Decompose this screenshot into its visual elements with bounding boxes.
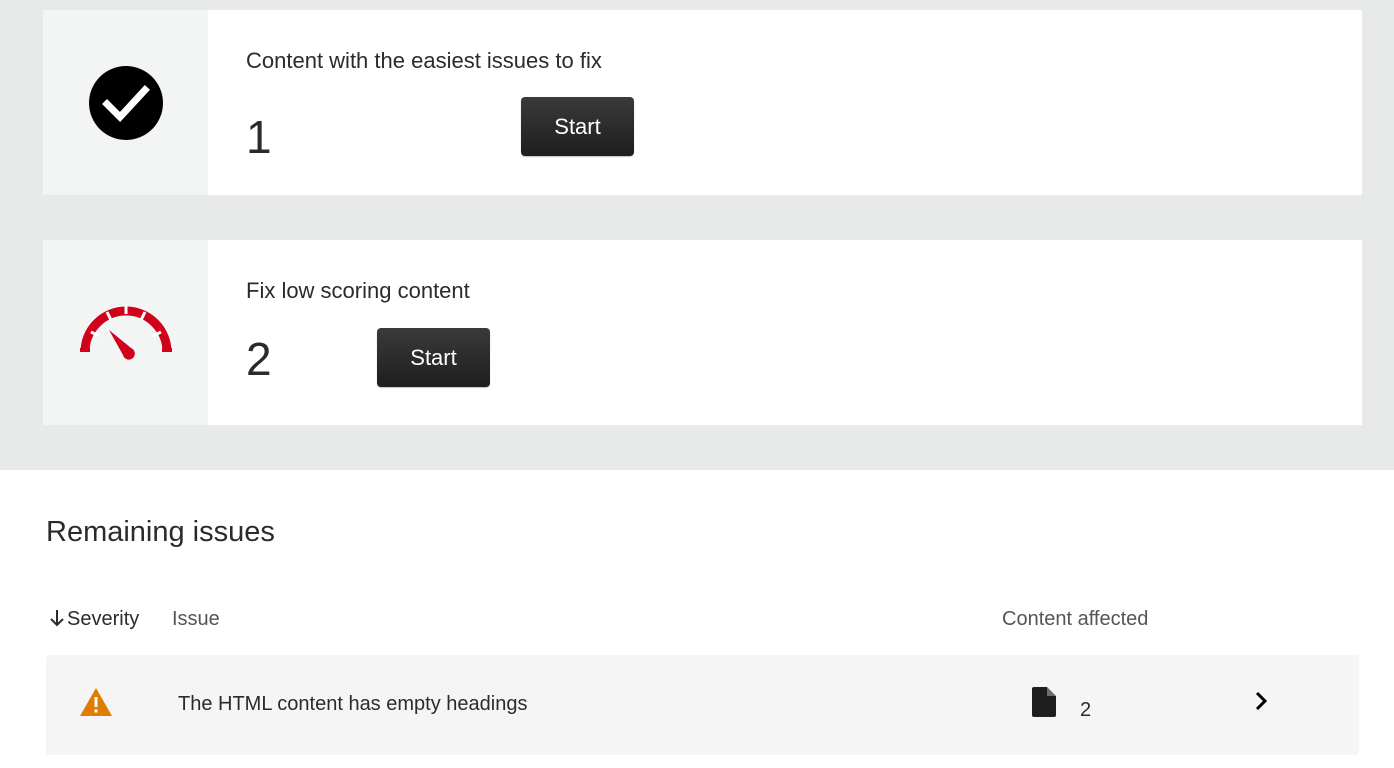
card-body: Fix low scoring content 2 Start <box>208 240 1362 425</box>
warning-icon <box>80 688 112 716</box>
easiest-issues-card: Content with the easiest issues to fix 1… <box>43 10 1362 195</box>
issue-description: The HTML content has empty headings <box>178 693 528 715</box>
card-title: Content with the easiest issues to fix <box>246 48 602 73</box>
start-button[interactable]: Start <box>521 97 634 156</box>
low-scoring-card: Fix low scoring content 2 Start <box>43 240 1362 425</box>
issue-column-header: Issue <box>172 608 220 630</box>
severity-header-label: Severity <box>67 608 140 630</box>
document-icon <box>1032 687 1056 717</box>
remaining-issues-title: Remaining issues <box>46 516 275 548</box>
card-count: 1 <box>246 111 272 163</box>
checkmark-circle-icon <box>88 65 163 140</box>
start-button[interactable]: Start <box>377 328 490 387</box>
issue-row[interactable]: The HTML content has empty headings 2 <box>46 655 1359 755</box>
card-icon-panel <box>43 240 208 425</box>
chevron-right-icon[interactable] <box>1254 691 1268 711</box>
speedometer-icon <box>79 304 172 360</box>
card-title: Fix low scoring content <box>246 278 470 303</box>
content-affected-count: 2 <box>1080 699 1092 721</box>
issues-table-header: Severity Issue Content affected <box>0 608 1394 634</box>
card-count: 2 <box>246 333 272 385</box>
arrow-down-icon <box>50 610 64 627</box>
card-body: Content with the easiest issues to fix 1… <box>208 10 1362 195</box>
content-affected-column-header: Content affected <box>1002 608 1149 630</box>
severity-column-header[interactable]: Severity <box>49 608 139 631</box>
card-icon-panel <box>43 10 208 195</box>
